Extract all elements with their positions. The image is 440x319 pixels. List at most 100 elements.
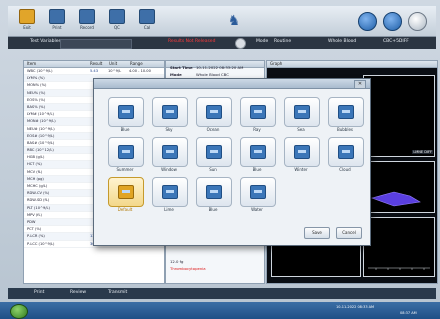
theme-option-label: Sky: [165, 127, 173, 132]
camel-logo-icon: ♞: [227, 13, 241, 29]
theme-lime-icon: [162, 185, 178, 199]
qc-button[interactable]: QC: [104, 9, 130, 33]
dialog-close-button[interactable]: ✕: [354, 80, 366, 89]
taskbar-date: 10-11-2022 08:33 AM: [336, 305, 375, 309]
status-circle-icon: [235, 38, 246, 49]
row-name: EOS% (%): [27, 97, 46, 102]
blood-type-value[interactable]: Whole Blood: [328, 39, 356, 44]
theme-option-button[interactable]: [152, 97, 188, 127]
theme-blue3-icon: [206, 185, 222, 199]
row-name: RDW-SD (fL): [27, 198, 50, 203]
row-name: WBC (10^9/L): [27, 69, 53, 73]
header-result: Result: [90, 61, 103, 66]
row-name: BAS# (10^9/L): [27, 140, 55, 145]
row-name: MCH (pg): [27, 176, 44, 181]
theme-option-label: Summer: [116, 167, 134, 172]
theme-option-button[interactable]: [240, 177, 276, 207]
theme-option-label: Default: [117, 207, 133, 212]
theme-option-button[interactable]: [196, 137, 232, 167]
theme-option-label: Sea: [297, 127, 305, 132]
theme-sea-icon: [294, 105, 310, 119]
theme-option-label: Ray: [253, 127, 261, 132]
analyzer-screen: Exit Print Record QC Cal ♞ Test Variable…: [0, 0, 440, 319]
theme-option-label: Winter: [294, 167, 308, 172]
theme-cloud-icon: [338, 145, 354, 159]
theme-option-button[interactable]: [152, 137, 188, 167]
row-name: P-LCR (%): [27, 234, 45, 239]
theme-bubbles-icon: [338, 105, 354, 119]
play-round-icon[interactable]: [358, 12, 377, 31]
theme-option-button[interactable]: [108, 97, 144, 127]
theme-option-button[interactable]: [196, 177, 232, 207]
row-name: PLT (10^9/L): [27, 205, 50, 210]
record-button[interactable]: Record: [74, 9, 100, 33]
flag-value: 12.0 fg: [170, 259, 184, 264]
plt-histogram: [363, 217, 435, 277]
scatter-plot: LMNE DIFF: [363, 75, 435, 157]
bottom-tabs: Print Review Transmit: [8, 288, 436, 299]
row-name: LYM# (10^9/L): [27, 112, 54, 117]
theme-option-button[interactable]: [240, 137, 276, 167]
row-name: MON% (%): [27, 83, 47, 88]
theme-option-button[interactable]: [108, 177, 144, 207]
rbc-curve: [371, 191, 421, 207]
theme-option-label: Blue: [120, 127, 130, 132]
theme-option-label: Blue: [208, 207, 218, 212]
theme-option-button[interactable]: [152, 177, 188, 207]
theme-option-button[interactable]: [284, 137, 320, 167]
row-value: 5.43: [90, 69, 99, 73]
qc-icon: [109, 9, 125, 24]
start-time-value: 10-11-2022 08:33:20 AM: [196, 65, 244, 70]
mode-value[interactable]: Routine: [274, 39, 291, 44]
theme-option-button[interactable]: [196, 97, 232, 127]
rbc-histogram: [363, 161, 435, 213]
mode-value-mid: Whole Blood CBC: [196, 72, 229, 77]
plt-axes: [368, 267, 430, 270]
theme-option-label: Ocean: [206, 127, 220, 132]
cbc-mode-value[interactable]: CBC+5DIFF: [383, 39, 409, 44]
save-button[interactable]: Save: [304, 227, 330, 239]
theme-select-dialog: ✕ Blue Sky Ocean Ray Sea Bubbles Summer Window S…: [93, 78, 371, 246]
theme-option-button[interactable]: [108, 137, 144, 167]
tab-print[interactable]: Print: [34, 290, 44, 295]
theme-option-button[interactable]: [284, 97, 320, 127]
row-name: BAS% (%): [27, 104, 45, 109]
mode-label-mid: Mode: [170, 72, 182, 77]
theme-option-button[interactable]: [240, 97, 276, 127]
cal-icon: [139, 9, 155, 24]
theme-option-label: Window: [161, 167, 177, 172]
row-name: HGB (g/L): [27, 155, 45, 160]
theme-winter-icon: [294, 145, 310, 159]
cal-button[interactable]: Cal: [134, 9, 160, 33]
graph-title: Graph: [267, 61, 437, 68]
settings-round-icon[interactable]: [408, 12, 427, 31]
header-unit: Unit: [109, 61, 118, 66]
cancel-button[interactable]: Cancel: [336, 227, 362, 239]
test-variables-field[interactable]: [60, 39, 132, 49]
theme-summer-icon: [118, 145, 134, 159]
start-button-icon[interactable]: [10, 304, 28, 319]
table-row[interactable]: WBC (10^9/L) 5.43 10^9/L 4.00 - 10.00: [24, 68, 164, 76]
start-time-label: Start Time: [170, 65, 193, 70]
row-name: P-LCC (10^9/L): [27, 241, 55, 246]
scatter-label: LMNE DIFF: [412, 150, 433, 154]
theme-option-label: Sun: [209, 167, 217, 172]
print-icon: [49, 9, 65, 24]
row-name: MCHC (g/L): [27, 184, 48, 188]
exit-button[interactable]: Exit: [14, 9, 40, 33]
main-toolbar: Exit Print Record QC Cal ♞: [8, 6, 436, 37]
row-name: EOS# (10^9/L): [27, 133, 55, 138]
row-name: RDW-CV (%): [27, 191, 50, 196]
tab-review[interactable]: Review: [70, 290, 86, 295]
row-name: PCT (%): [27, 227, 42, 232]
row-name: NEU# (10^9/L): [27, 126, 55, 131]
theme-option-button[interactable]: [328, 137, 364, 167]
flag-warning: Thrombocytopenia: [170, 266, 206, 271]
print-button[interactable]: Print: [44, 9, 70, 33]
theme-option-button[interactable]: [328, 97, 364, 127]
tab-transmit[interactable]: Transmit: [108, 290, 127, 295]
theme-default-icon: [118, 185, 134, 199]
stop-round-icon[interactable]: [383, 12, 402, 31]
theme-option-label: Bubbles: [336, 127, 353, 132]
taskbar-time: 08:37 AM: [400, 311, 417, 315]
